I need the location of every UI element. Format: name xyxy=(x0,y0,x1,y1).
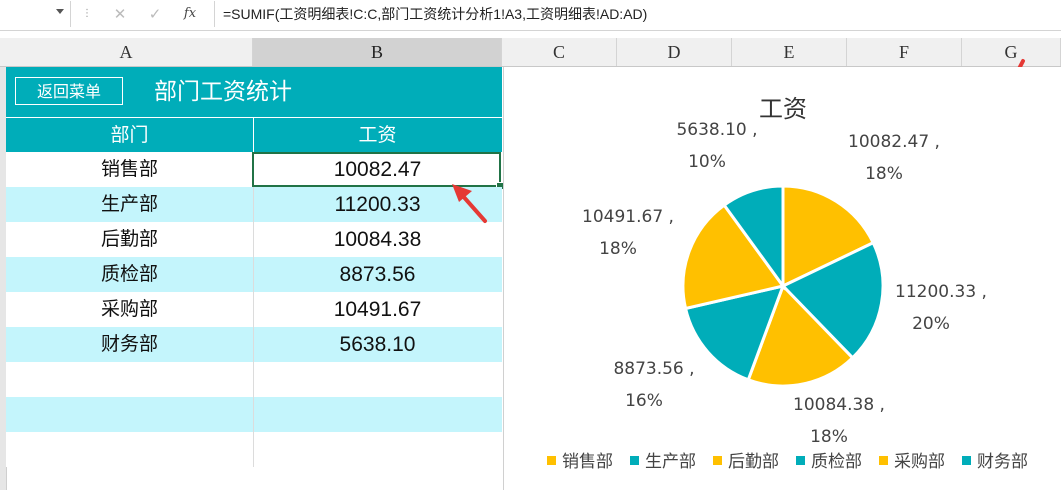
data-label-value: 5638.10 , xyxy=(676,120,757,140)
column-header-d[interactable]: D xyxy=(617,38,732,66)
table-row[interactable]: 销售部 10082.47 xyxy=(6,152,504,190)
column-divider xyxy=(253,222,254,257)
column-divider xyxy=(253,397,254,432)
dept-cell[interactable]: 质检部 xyxy=(6,257,253,292)
data-label-value: 11200.33 , xyxy=(895,282,987,302)
table-row[interactable]: 采购部 10491.67 xyxy=(6,292,502,327)
data-label-value: 10082.47 , xyxy=(848,132,940,152)
data-label-percent: 18% xyxy=(810,427,848,447)
table-row[interactable]: 财务部 5638.10 xyxy=(6,327,502,362)
salary-cell[interactable]: 8873.56 xyxy=(253,257,502,292)
pie-svg: 工资 10082.47 , 18% 11200.33 , 20% 10084.38 , 18… xyxy=(547,95,1028,472)
chevron-down-icon[interactable] xyxy=(56,9,64,14)
table-row[interactable]: 质检部 8873.56 xyxy=(6,257,502,292)
column-header-c[interactable]: C xyxy=(502,38,617,66)
legend-swatch xyxy=(547,456,556,465)
table-row[interactable] xyxy=(6,432,502,467)
back-to-menu-button[interactable]: 返回菜单 xyxy=(15,77,123,105)
formula-bar: ⋮ ✕ ✓ fx =SUMIF(工资明细表!C:C,部门工资统计分析1!A3,工… xyxy=(0,0,1061,31)
chart-title: 工资 xyxy=(759,95,807,123)
cancel-icon[interactable]: ✕ xyxy=(110,4,130,24)
data-label-value: 8873.56 , xyxy=(613,359,694,379)
legend-swatch xyxy=(796,456,805,465)
table-row[interactable]: 后勤部 10084.38 xyxy=(6,222,502,257)
column-header-e[interactable]: E xyxy=(732,38,847,66)
pie-chart-area[interactable]: 工资 10082.47 , 18% 11200.33 , 20% 10084.38 , 18… xyxy=(503,67,1061,490)
column-divider xyxy=(253,292,254,327)
legend-label[interactable]: 采购部 xyxy=(894,452,945,472)
data-label-percent: 20% xyxy=(912,314,950,334)
column-header-f[interactable]: F xyxy=(847,38,962,66)
header-row: 部门 工资 xyxy=(6,117,502,153)
table-row[interactable]: 生产部 11200.33 xyxy=(6,187,502,222)
column-divider xyxy=(253,187,254,222)
column-headers: A B C D E F G xyxy=(0,38,1061,67)
insert-function-icon[interactable]: fx xyxy=(180,4,200,24)
legend-swatch xyxy=(713,456,722,465)
salary-cell[interactable]: 10084.38 xyxy=(253,222,502,257)
column-header-a[interactable]: A xyxy=(0,38,253,66)
column-divider xyxy=(253,257,254,292)
legend-swatch xyxy=(630,456,639,465)
salary-table: 返回菜单 部门工资统计 部门 工资 销售部 10082.47 生产部 11200.33… xyxy=(6,67,504,490)
salary-cell[interactable]: 10491.67 xyxy=(253,292,502,327)
enter-icon[interactable]: ✓ xyxy=(145,4,165,24)
data-label-value: 10491.67 , xyxy=(582,207,674,227)
data-label-value: 10084.38 , xyxy=(793,395,885,415)
salary-cell[interactable]: 11200.33 xyxy=(253,187,502,222)
column-header-b[interactable]: B xyxy=(253,38,502,66)
legend-label[interactable]: 后勤部 xyxy=(728,452,779,472)
column-header-g[interactable]: G xyxy=(962,38,1061,66)
data-label-percent: 18% xyxy=(865,164,903,184)
legend-label[interactable]: 生产部 xyxy=(645,452,696,472)
column-divider xyxy=(253,362,254,397)
header-dept[interactable]: 部门 xyxy=(6,118,253,153)
legend-label[interactable]: 销售部 xyxy=(562,452,613,472)
page-title: 部门工资统计 xyxy=(154,79,292,105)
dept-cell[interactable]: 生产部 xyxy=(6,187,253,222)
data-label-percent: 16% xyxy=(625,391,663,411)
dept-cell[interactable]: 财务部 xyxy=(6,327,253,362)
formula-input[interactable]: =SUMIF(工资明细表!C:C,部门工资统计分析1!A3,工资明细表!AD:A… xyxy=(214,1,1061,27)
header-salary[interactable]: 工资 xyxy=(253,118,502,153)
legend-label[interactable]: 财务部 xyxy=(977,452,1028,472)
title-row: 返回菜单 部门工资统计 xyxy=(6,67,502,117)
dept-cell[interactable]: 销售部 xyxy=(6,152,253,187)
dept-cell[interactable]: 采购部 xyxy=(6,292,253,327)
column-divider xyxy=(253,327,254,362)
pie-chart: 工资 10082.47 , 18% 11200.33 , 20% 10084.38 , 18… xyxy=(504,67,1061,494)
table-row[interactable] xyxy=(6,362,502,397)
legend-label[interactable]: 质检部 xyxy=(811,452,862,472)
legend-swatch xyxy=(879,456,888,465)
data-label-percent: 18% xyxy=(599,239,637,259)
drag-handle-icon[interactable]: ⋮ xyxy=(82,7,92,21)
selected-cell-outline xyxy=(252,152,504,190)
table-row[interactable] xyxy=(6,397,502,432)
column-divider xyxy=(253,432,254,467)
legend-swatch xyxy=(962,456,971,465)
name-box[interactable] xyxy=(0,1,71,27)
data-label-percent: 10% xyxy=(688,152,726,172)
salary-cell[interactable]: 5638.10 xyxy=(253,327,502,362)
dept-cell[interactable]: 后勤部 xyxy=(6,222,253,257)
